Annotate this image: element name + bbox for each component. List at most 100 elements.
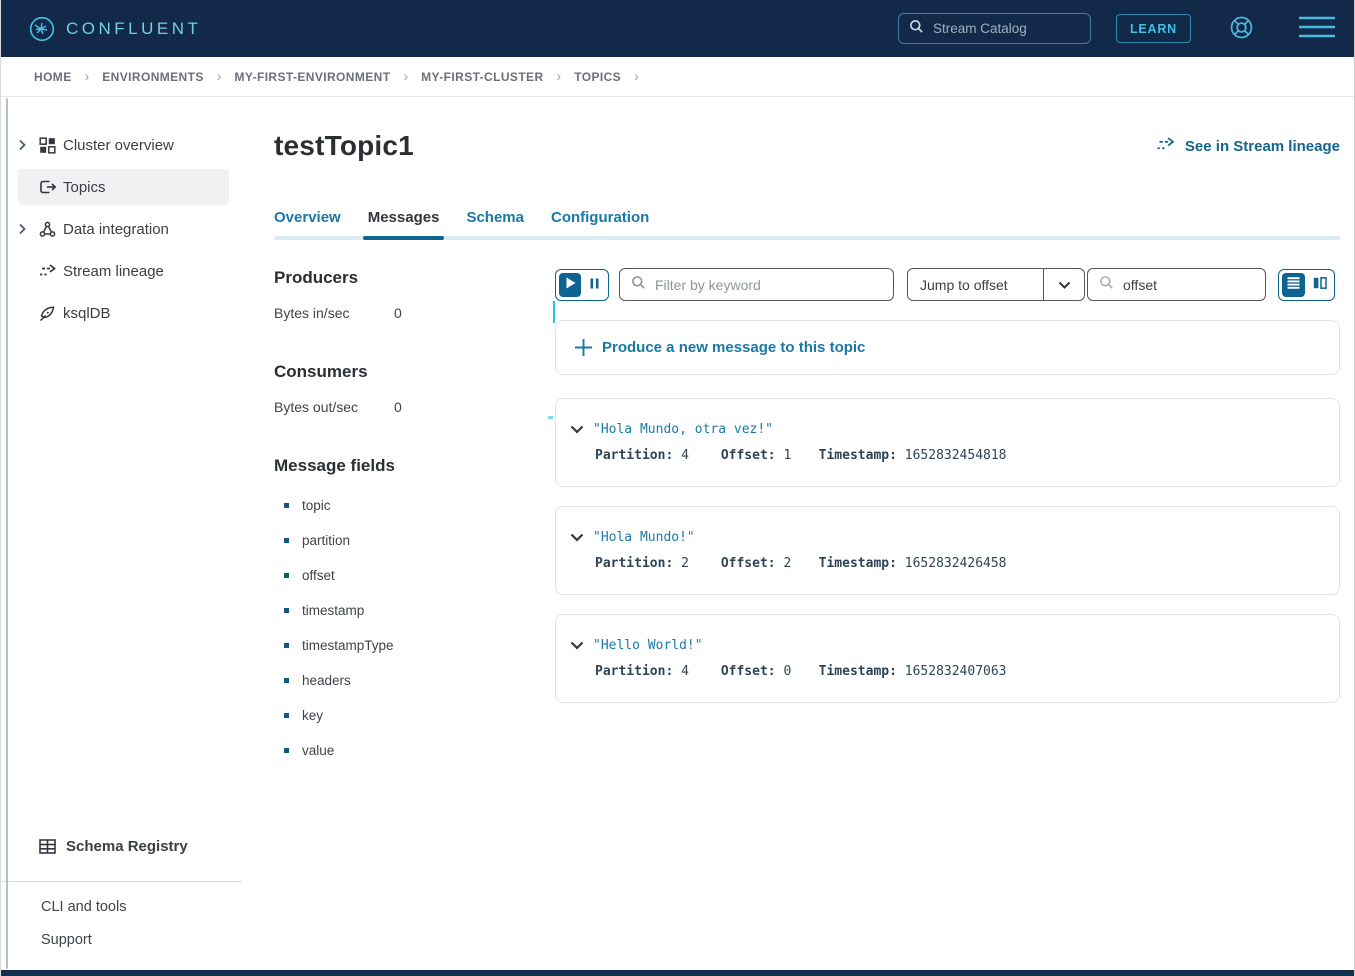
tab-overview[interactable]: Overview <box>274 209 341 240</box>
confluent-app-window: CONFLUENT LEARN <box>0 0 1355 976</box>
message-meta: Partition: 2 Offset: 2 Timestamp: 165283… <box>556 556 1339 571</box>
list-view-button[interactable] <box>1282 273 1305 297</box>
chevron-down-icon <box>570 638 584 653</box>
message-value[interactable]: "Hola Mundo!" <box>593 530 695 545</box>
sidebar-item-cluster-overview[interactable]: Cluster overview <box>1 124 242 166</box>
timestamp-value: 1652832407063 <box>905 664 1007 679</box>
list-view-icon <box>1287 277 1300 292</box>
collapse-message-button[interactable] <box>570 422 584 437</box>
partition-label: Partition: <box>595 556 673 571</box>
search-icon <box>1099 275 1114 295</box>
message-field-item[interactable]: key <box>274 709 555 722</box>
breadcrumb-separator: › <box>557 68 562 86</box>
timestamp-value: 1652832454818 <box>905 448 1007 463</box>
filter-keyword-input[interactable] <box>655 277 882 293</box>
breadcrumb-separator: › <box>634 68 639 86</box>
sidebar-item-stream-lineage[interactable]: Stream lineage <box>1 250 242 292</box>
message-card: "Hola Mundo, otra vez!" Partition: 4 Off… <box>555 398 1340 487</box>
tab-messages[interactable]: Messages <box>368 209 440 240</box>
produce-message-button[interactable]: Produce a new message to this topic <box>555 320 1340 375</box>
page-title: testTopic1 <box>274 130 414 162</box>
bullet-icon <box>284 748 289 753</box>
tab-configuration[interactable]: Configuration <box>551 209 649 240</box>
split-view-icon <box>1313 277 1327 292</box>
sidebar-item-schema-registry[interactable]: Schema Registry <box>1 825 242 867</box>
consumers-heading: Consumers <box>274 362 555 382</box>
confluent-logo[interactable]: CONFLUENT <box>29 16 201 42</box>
tab-schema[interactable]: Schema <box>466 209 524 240</box>
messages-toolbar: Jump to offset <box>555 268 1340 301</box>
message-value[interactable]: "Hola Mundo, otra vez!" <box>593 422 773 437</box>
chevron-right-icon[interactable] <box>18 223 39 235</box>
sidebar-link-support[interactable]: Support <box>1 915 242 970</box>
search-icon <box>631 275 646 295</box>
stream-catalog-search[interactable] <box>898 13 1091 44</box>
message-field-item[interactable]: value <box>274 744 555 757</box>
message-field-item[interactable]: partition <box>274 534 555 547</box>
sidebar-item-label: Schema Registry <box>66 838 188 855</box>
breadcrumb-environment[interactable]: MY-FIRST-ENVIRONMENT <box>234 70 390 84</box>
bytes-out-value: 0 <box>394 399 402 415</box>
message-field-item[interactable]: offset <box>274 569 555 582</box>
breadcrumb-home[interactable]: HOME <box>34 70 72 84</box>
collapse-message-button[interactable] <box>570 638 584 653</box>
offset-value: 2 <box>783 556 791 571</box>
breadcrumb-separator: › <box>85 68 90 86</box>
split-view-button[interactable] <box>1308 273 1331 297</box>
learn-button[interactable]: LEARN <box>1116 14 1191 43</box>
timestamp-label: Timestamp: <box>819 664 897 679</box>
support-button[interactable] <box>1227 13 1256 45</box>
pause-button[interactable] <box>583 273 605 297</box>
hamburger-icon <box>1298 14 1336 43</box>
sidebar-item-ksqldb[interactable]: ksqlDB <box>1 292 242 334</box>
sidebar-item-data-integration[interactable]: Data integration <box>1 208 242 250</box>
bullet-icon <box>284 713 289 718</box>
breadcrumb-topics[interactable]: TOPICS <box>574 70 621 84</box>
pause-icon <box>590 277 599 292</box>
stream-catalog-input[interactable] <box>933 21 1080 36</box>
message-fields-heading: Message fields <box>274 456 555 476</box>
bullet-icon <box>284 678 289 683</box>
brand-name: CONFLUENT <box>66 19 201 39</box>
message-field-item[interactable]: headers <box>274 674 555 687</box>
breadcrumb-environments[interactable]: ENVIRONMENTS <box>102 70 203 84</box>
partition-label: Partition: <box>595 664 673 679</box>
message-field-item[interactable]: timestampType <box>274 639 555 652</box>
data-integration-icon <box>39 221 63 238</box>
breadcrumb-cluster[interactable]: MY-FIRST-CLUSTER <box>421 70 543 84</box>
bullet-icon <box>284 573 289 578</box>
message-value[interactable]: "Hello World!" <box>593 638 703 653</box>
partition-value: 4 <box>681 448 689 463</box>
search-icon <box>909 19 924 39</box>
offset-search-input[interactable] <box>1123 277 1254 293</box>
chevron-right-icon[interactable] <box>18 139 39 151</box>
bullet-icon <box>284 503 289 508</box>
bytes-in-sparkline <box>541 301 555 325</box>
chevron-down-icon[interactable] <box>1043 269 1084 300</box>
message-field-item[interactable]: topic <box>274 499 555 512</box>
sidebar-item-label: Data integration <box>63 221 169 238</box>
window-bottom-edge <box>1 970 1354 976</box>
sidebar-item-topics[interactable]: Topics <box>1 166 242 208</box>
timestamp-label: Timestamp: <box>819 448 897 463</box>
view-toggle-group <box>1278 269 1335 301</box>
message-meta: Partition: 4 Offset: 0 Timestamp: 165283… <box>556 664 1339 679</box>
play-button[interactable] <box>559 273 581 297</box>
bullet-icon <box>284 608 289 613</box>
play-pause-group <box>555 269 609 301</box>
chevron-down-icon <box>570 530 584 545</box>
jump-to-offset-select[interactable]: Jump to offset <box>907 268 1085 301</box>
message-field-item[interactable]: timestamp <box>274 604 555 617</box>
hamburger-menu-button[interactable] <box>1298 14 1336 43</box>
see-in-stream-lineage-link[interactable]: See in Stream lineage <box>1156 137 1340 156</box>
jump-select-value: Jump to offset <box>908 277 1043 293</box>
schema-registry-icon <box>39 839 63 854</box>
sidebar-link-cli-and-tools[interactable]: CLI and tools <box>1 882 242 915</box>
topics-icon <box>39 179 63 195</box>
bullet-icon <box>284 538 289 543</box>
top-bar: CONFLUENT LEARN <box>1 0 1354 57</box>
offset-value: 0 <box>783 664 791 679</box>
offset-value: 1 <box>783 448 791 463</box>
collapse-message-button[interactable] <box>570 530 584 545</box>
bytes-in-value: 0 <box>394 305 402 321</box>
